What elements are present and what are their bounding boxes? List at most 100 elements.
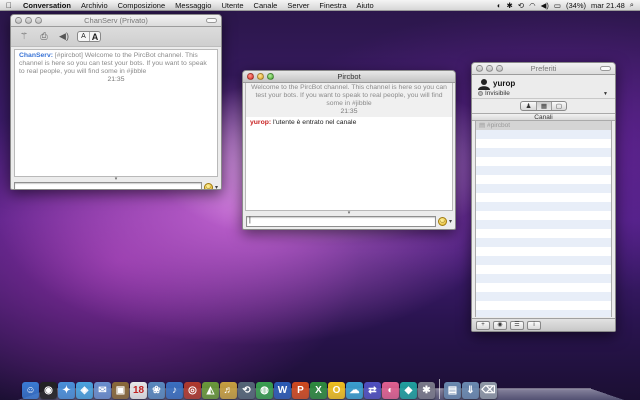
wifi-icon[interactable]: ◠ <box>529 1 536 10</box>
font-larger-button[interactable]: A <box>89 32 100 42</box>
zoom-button[interactable] <box>496 65 503 72</box>
list-header[interactable]: Canali <box>472 113 615 121</box>
menu-clock[interactable]: mar 21.48 <box>591 1 625 10</box>
menu-server[interactable]: Server <box>282 1 314 10</box>
user-avatar-icon[interactable] <box>478 78 490 90</box>
user-status-area: yurop Invisibile ▼ <box>472 75 615 99</box>
battery-percent[interactable]: (34%) <box>566 1 586 10</box>
dock-chrome-icon[interactable]: ◍ <box>256 382 273 399</box>
list-item <box>476 166 611 175</box>
channel-list: ▤ #pircbot <box>475 121 612 317</box>
toolbar-toggle-button[interactable] <box>600 66 611 71</box>
dock-itunes-icon[interactable]: ♪ <box>166 382 183 399</box>
status-selector[interactable]: Invisibile ▼ <box>478 90 608 97</box>
dock-powerpoint-icon[interactable]: P <box>292 382 309 399</box>
list-item <box>476 175 611 184</box>
close-button[interactable] <box>15 17 22 24</box>
minimize-button[interactable] <box>257 73 264 80</box>
dock-compass-icon[interactable]: ✱ <box>418 382 435 399</box>
font-size-control[interactable]: A A <box>77 31 101 42</box>
dock-garageband-icon[interactable]: ♬ <box>220 382 237 399</box>
message-input[interactable] <box>14 182 202 189</box>
menu-composizione[interactable]: Composizione <box>113 1 171 10</box>
chevron-down-icon[interactable]: ▾ <box>215 184 218 190</box>
dock-sync-icon[interactable]: ⇄ <box>364 382 381 399</box>
servers-view-icon[interactable]: ▢ <box>551 102 566 110</box>
spotlight-icon[interactable]: ⌕ <box>630 0 634 10</box>
toolbar-toggle-button[interactable] <box>206 18 217 23</box>
dock-preview-icon[interactable]: ◭ <box>202 382 219 399</box>
print-icon[interactable]: ⎙ <box>37 31 51 43</box>
list-item <box>476 265 611 274</box>
pircbot-titlebar[interactable]: Pircbot <box>243 71 455 83</box>
menu-messaggio[interactable]: Messaggio <box>170 1 216 10</box>
dock-photobooth-icon[interactable]: ◎ <box>184 382 201 399</box>
list-icon[interactable]: ☰ <box>510 320 524 330</box>
emoticon-icon[interactable]: ◡ <box>203 182 213 189</box>
chanserv-chat-log[interactable]: ChanServ: [#pircbot] Welcome to the Pirc… <box>14 49 218 177</box>
battery-icon[interactable]: ▭ <box>554 1 561 10</box>
list-item <box>476 220 611 229</box>
dock-colors-icon[interactable]: ◐ <box>382 382 399 399</box>
dock-downloads-icon[interactable]: ⇓ <box>462 382 479 399</box>
dock-excel-icon[interactable]: X <box>310 382 327 399</box>
emoticon-icon[interactable]: ◡ <box>437 217 447 226</box>
dock-trash-icon[interactable]: ⌫ <box>480 382 497 399</box>
wand-icon[interactable]: ⚚ <box>17 31 31 43</box>
dock-ical-icon[interactable]: 18 <box>130 382 147 399</box>
channels-view-icon[interactable]: ▦ <box>536 102 551 110</box>
menu-archivio[interactable]: Archivio <box>76 1 113 10</box>
bluetooth-icon[interactable]: ✱ <box>507 1 513 10</box>
minimize-button[interactable] <box>486 65 493 72</box>
dock-skype-icon[interactable]: O <box>328 382 345 399</box>
menu-finestra[interactable]: Finestra <box>314 1 351 10</box>
dock-folder-icon[interactable]: ▤ <box>444 382 461 399</box>
message-input[interactable]: | <box>246 216 436 227</box>
message-icon[interactable]: ◉ <box>493 320 507 330</box>
chevron-down-icon[interactable]: ▼ <box>603 91 608 97</box>
apple-menu-icon[interactable]:  <box>0 1 18 10</box>
chevron-down-icon[interactable]: ▾ <box>449 218 452 225</box>
dock-photos-icon[interactable]: ▣ <box>112 382 129 399</box>
preferiti-titlebar[interactable]: Preferiti <box>472 63 615 75</box>
list-item <box>476 256 611 265</box>
sync-status-icon[interactable]: ◐ <box>497 1 502 10</box>
dock-safari-icon[interactable]: ✦ <box>58 382 75 399</box>
menu-aiuto[interactable]: Aiuto <box>352 1 379 10</box>
pircbot-chat-log[interactable]: Welcome to the PircBot channel. This cha… <box>245 83 453 211</box>
info-icon[interactable]: i <box>527 320 541 330</box>
dock-word-icon[interactable]: W <box>274 382 291 399</box>
list-item[interactable]: ▤ #pircbot <box>476 121 611 130</box>
chanserv-titlebar[interactable]: ChanServ (Privato) <box>11 15 221 27</box>
dock-ichat-icon[interactable]: ◈ <box>76 382 93 399</box>
zoom-button[interactable] <box>267 73 274 80</box>
speaker-icon[interactable]: ◀) <box>57 31 71 43</box>
list-item <box>476 274 611 283</box>
dock-separator <box>439 379 440 399</box>
add-button[interactable]: + <box>476 320 490 330</box>
message-timestamp: 21:35 <box>107 76 125 83</box>
list-item <box>476 202 611 211</box>
dock-iphoto-icon[interactable]: ❀ <box>148 382 165 399</box>
menu-canale[interactable]: Canale <box>249 1 283 10</box>
minimize-button[interactable] <box>25 17 32 24</box>
menu-app-name[interactable]: Conversation <box>18 1 76 10</box>
font-smaller-button[interactable]: A <box>78 32 89 41</box>
dock-finder-icon[interactable]: ☺ <box>22 382 39 399</box>
view-switcher: ♟ ▦ ▢ <box>472 99 615 113</box>
dock-weather-icon[interactable]: ☁ <box>346 382 363 399</box>
close-button[interactable] <box>247 73 254 80</box>
dock-mail-icon[interactable]: ✉ <box>94 382 111 399</box>
pircbot-window: Pircbot Welcome to the PircBot channel. … <box>242 70 456 230</box>
dock-dashboard-icon[interactable]: ◉ <box>40 382 57 399</box>
timemachine-icon[interactable]: ⟲ <box>518 1 524 10</box>
list-item <box>476 247 611 256</box>
people-view-icon[interactable]: ♟ <box>521 102 536 110</box>
volume-icon[interactable]: ◀) <box>541 1 549 10</box>
close-button[interactable] <box>476 65 483 72</box>
status-label: Invisibile <box>485 90 510 97</box>
dock-ipod-icon[interactable]: ◆ <box>400 382 417 399</box>
menu-utente[interactable]: Utente <box>216 1 248 10</box>
dock-timemachine-icon[interactable]: ⟲ <box>238 382 255 399</box>
zoom-button[interactable] <box>35 17 42 24</box>
